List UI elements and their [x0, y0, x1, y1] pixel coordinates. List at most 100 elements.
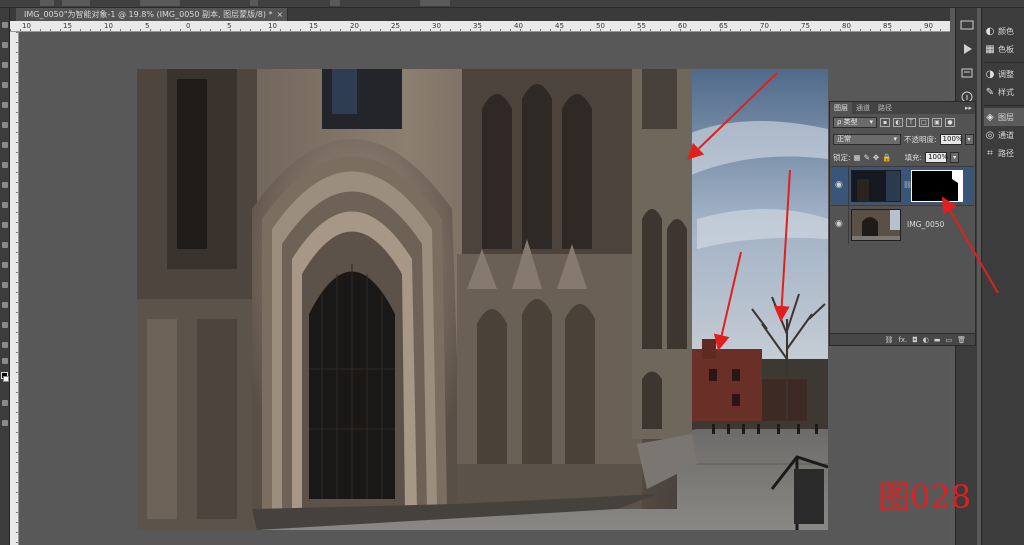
dock-styles[interactable]: ✎ 样式: [984, 83, 1024, 101]
link-icon[interactable]: ⛓: [884, 336, 893, 344]
brush-tool-icon[interactable]: [2, 162, 8, 168]
ruler-tick-label: 90: [924, 22, 933, 30]
chevron-down-icon: ▾: [869, 118, 873, 126]
path-select-tool-icon[interactable]: [2, 322, 8, 328]
ruler-tick-label: 65: [719, 22, 728, 30]
horizontal-ruler[interactable]: 10 15 10 5 0 5 10 15 20 25 30 35 40 45 50 55 60 65 70 75 80 8…: [10, 21, 950, 32]
dock-swatches[interactable]: ▦ 色板: [984, 40, 1024, 58]
ruler-tick-label: 45: [555, 22, 564, 30]
layer-row-copy[interactable]: ◉ ⛓: [831, 166, 974, 205]
close-icon[interactable]: ×: [277, 8, 284, 21]
hand-tool-icon[interactable]: [2, 358, 8, 364]
dock-layers[interactable]: ◈ 图层: [984, 108, 1024, 126]
dock-layers-label: 图层: [998, 112, 1014, 122]
crop-tool-icon[interactable]: [2, 102, 8, 108]
adjustment-icon[interactable]: ◐: [923, 336, 929, 344]
marquee-tool-icon[interactable]: [2, 42, 8, 48]
shape-tool-icon[interactable]: [2, 342, 8, 348]
ruler-tick-label: 35: [473, 22, 482, 30]
document-tab-title: IMG_0050"为智能对象-1 @ 19.8% (IMG_0050 副本, 图…: [24, 10, 273, 19]
ruler-tick-label: 75: [801, 22, 810, 30]
quick-select-tool-icon[interactable]: [2, 82, 8, 88]
ruler-tick-label: 80: [842, 22, 851, 30]
dock-channels-label: 通道: [998, 130, 1014, 140]
group-icon[interactable]: ▬: [934, 336, 941, 344]
document-tab[interactable]: IMG_0050"为智能对象-1 @ 19.8% (IMG_0050 副本, 图…: [16, 8, 289, 21]
opacity-label: 不透明度:: [904, 135, 937, 144]
opacity-field[interactable]: 100%: [939, 134, 963, 145]
lock-paint-icon[interactable]: ✎: [864, 153, 870, 162]
layers-panel: 图层 通道 路径 ▸▸ ρ 类型 ▾ ▪ ◐ T □ ▣ ● 正常 ▾ 不透明度…: [829, 101, 976, 346]
move-tool-icon[interactable]: [2, 22, 8, 28]
fill-dropdown-icon[interactable]: ▾: [950, 152, 960, 163]
lasso-tool-icon[interactable]: [2, 62, 8, 68]
history-brush-tool-icon[interactable]: [2, 202, 8, 208]
lock-move-icon[interactable]: ✥: [873, 153, 879, 162]
filter-smart-icon[interactable]: ▣: [932, 118, 942, 127]
fill-field[interactable]: 100%: [925, 152, 948, 163]
lock-label: 锁定:: [833, 153, 851, 162]
new-layer-icon[interactable]: ▭: [945, 336, 952, 344]
color-wheel-icon: ◐: [985, 25, 995, 37]
layers-icon: ◈: [986, 111, 994, 123]
ruler-tick-label: 25: [391, 22, 400, 30]
filter-pixel-icon[interactable]: ▪: [880, 118, 890, 127]
filter-kind-select[interactable]: ρ 类型 ▾: [833, 117, 877, 128]
photoshop-window: IMG_0050"为智能对象-1 @ 19.8% (IMG_0050 副本, 图…: [0, 0, 1024, 545]
layer-thumbnail[interactable]: [851, 170, 901, 202]
blend-mode-select[interactable]: 正常 ▾: [833, 134, 901, 145]
layer-mask-image: [912, 171, 962, 201]
gradient-tool-icon[interactable]: [2, 242, 8, 248]
trash-icon[interactable]: 🗑: [957, 336, 966, 344]
ruler-tick-label: 20: [350, 22, 359, 30]
collapse-panel-icon[interactable]: ▸▸: [965, 102, 975, 114]
layer-row-original[interactable]: ◉ IMG_0050: [831, 205, 974, 244]
dock-swatches-label: 色板: [998, 44, 1014, 54]
ruler-tick-label: 85: [883, 22, 892, 30]
dock-color[interactable]: ◐ 颜色: [984, 22, 1024, 40]
dock-paths-label: 路径: [998, 148, 1014, 158]
dock-adjustments[interactable]: ◑ 调整: [984, 65, 1024, 83]
mask-icon[interactable]: ◘: [912, 336, 918, 344]
filter-shape-icon[interactable]: □: [919, 118, 929, 127]
ruler-tick-label: 70: [760, 22, 769, 30]
play-action-icon[interactable]: [959, 42, 975, 56]
filter-type-icon[interactable]: T: [906, 118, 916, 127]
properties-icon[interactable]: [959, 66, 975, 80]
vertical-ruler[interactable]: [10, 32, 19, 545]
tab-layers[interactable]: 图层: [830, 102, 852, 114]
ruler-tick-label: 10: [22, 22, 31, 30]
layer-thumbnail-image: [852, 210, 900, 240]
filter-toggle-icon[interactable]: ●: [945, 118, 955, 127]
healing-tool-icon[interactable]: [2, 142, 8, 148]
background-color-swatch[interactable]: [3, 376, 9, 382]
lock-all-icon[interactable]: 🔒: [882, 153, 891, 162]
eyedropper-tool-icon[interactable]: [2, 122, 8, 128]
history-icon[interactable]: [959, 18, 975, 32]
tab-paths[interactable]: 路径: [874, 102, 896, 114]
filter-adjustment-icon[interactable]: ◐: [893, 118, 903, 127]
dock-paths[interactable]: ⌗ 路径: [984, 144, 1024, 162]
ruler-tick-label: 5: [227, 22, 232, 30]
fx-icon[interactable]: fx.: [898, 336, 907, 344]
lock-transparent-icon[interactable]: ▦: [854, 153, 861, 162]
dodge-tool-icon[interactable]: [2, 262, 8, 268]
opacity-dropdown-icon[interactable]: ▾: [964, 134, 974, 145]
tab-channels[interactable]: 通道: [852, 102, 874, 114]
eraser-tool-icon[interactable]: [2, 222, 8, 228]
screen-mode-icon[interactable]: [2, 420, 8, 426]
visibility-eye-icon[interactable]: ◉: [835, 219, 843, 229]
dock-color-label: 颜色: [998, 26, 1014, 36]
layer-thumbnail[interactable]: [851, 209, 901, 241]
layer-mask-thumbnail[interactable]: [911, 170, 963, 202]
dock-channels[interactable]: ◎ 通道: [984, 126, 1024, 144]
layers-panel-tabs: 图层 通道 路径 ▸▸: [830, 102, 975, 114]
stamp-tool-icon[interactable]: [2, 182, 8, 188]
visibility-eye-icon[interactable]: ◉: [835, 180, 843, 190]
canvas-photo[interactable]: [137, 69, 828, 530]
layer-thumbnail-image: [852, 171, 900, 201]
ruler-tick-label: 0: [186, 22, 191, 30]
pen-tool-icon[interactable]: [2, 282, 8, 288]
quick-mask-icon[interactable]: [2, 400, 8, 406]
type-tool-icon[interactable]: [2, 302, 8, 308]
